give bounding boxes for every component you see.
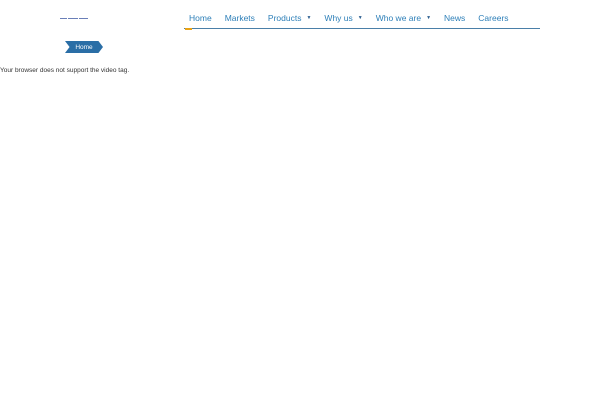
nav-item-products[interactable]: Products ▼: [263, 8, 317, 28]
page: Home Markets Products ▼ Why us ▼ Who we …: [0, 0, 600, 400]
video-fallback-message: Your browser does not support the video …: [0, 67, 130, 74]
chevron-down-icon: ▼: [426, 15, 432, 21]
nav-item-label: Why us: [324, 13, 353, 23]
nav-item-why-us[interactable]: Why us ▼: [319, 8, 367, 28]
logo-mark-segment: [79, 17, 88, 19]
nav-item-label: Home: [189, 13, 212, 23]
logo-mark-segment: [60, 17, 67, 19]
nav-item-label: Careers: [478, 13, 509, 23]
nav-item-careers[interactable]: Careers: [473, 8, 513, 28]
nav-item-news[interactable]: News: [439, 8, 470, 28]
nav-item-markets[interactable]: Markets: [220, 8, 260, 28]
nav-item-home[interactable]: Home: [184, 8, 217, 30]
nav-item-label: Products: [267, 13, 302, 23]
breadcrumb-label: Home: [75, 43, 93, 51]
nav-item-label: Who we are: [375, 13, 422, 23]
nav-item-who-we-are[interactable]: Who we are ▼: [371, 8, 436, 28]
logo-icon[interactable]: [60, 15, 90, 21]
nav-item-label: News: [444, 13, 466, 23]
logo-mark-segment: [68, 17, 78, 19]
main-navigation: Home Markets Products ▼ Why us ▼ Who we …: [184, 8, 540, 30]
chevron-down-icon: ▼: [357, 15, 363, 21]
breadcrumb-home[interactable]: Home: [65, 41, 103, 53]
nav-item-label: Markets: [224, 13, 255, 23]
chevron-down-icon: ▼: [306, 15, 312, 21]
